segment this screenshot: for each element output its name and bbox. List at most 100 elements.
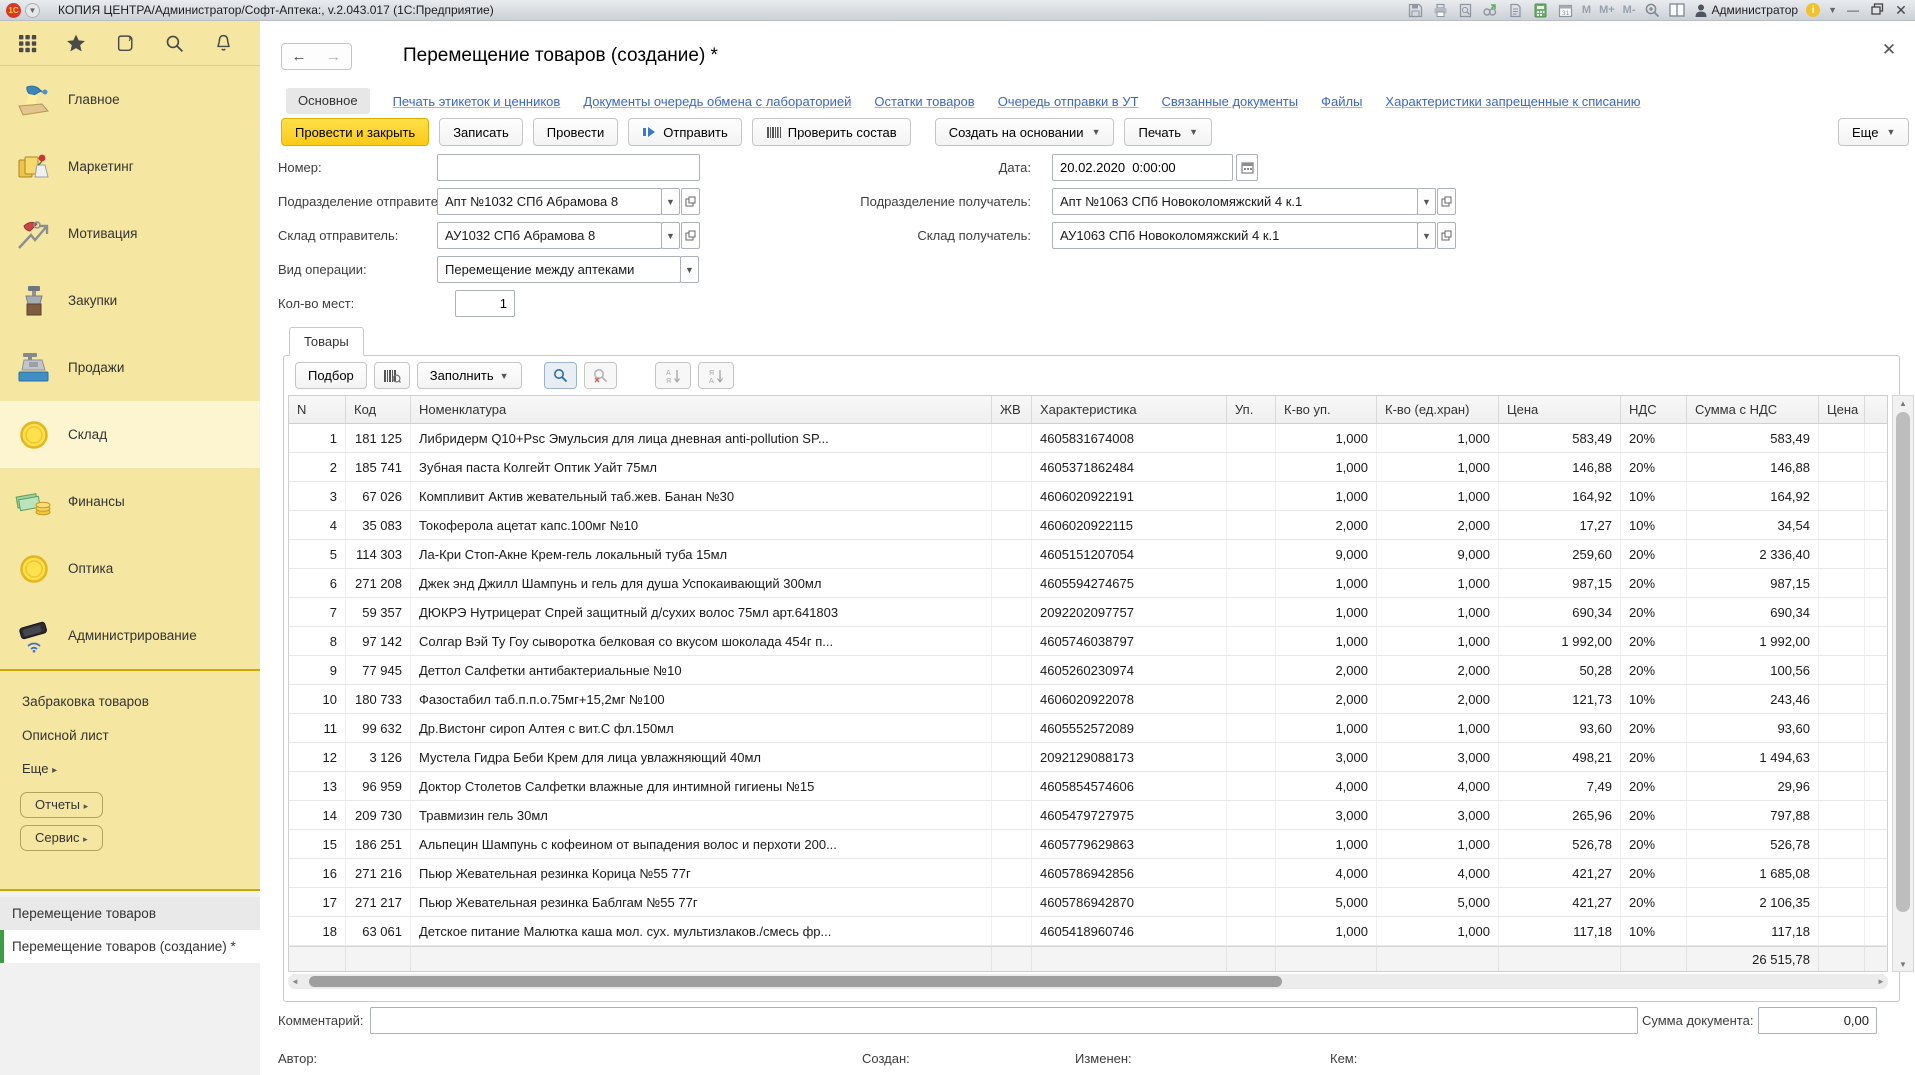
table-cell[interactable]: 1,000 <box>1377 714 1499 742</box>
table-cell[interactable]: 146,88 <box>1687 453 1819 481</box>
split-view-icon[interactable] <box>1669 2 1686 18</box>
table-cell[interactable]: 20% <box>1621 627 1687 655</box>
table-cell[interactable] <box>1819 859 1865 887</box>
table-cell[interactable]: Зубная паста Колгейт Оптик Уайт 75мл <box>411 453 992 481</box>
notifications-bell-icon[interactable] <box>212 32 234 54</box>
table-cell[interactable]: 99 632 <box>346 714 411 742</box>
table-cell[interactable]: 20% <box>1621 453 1687 481</box>
table-cell[interactable] <box>1227 598 1276 626</box>
apps-grid-icon[interactable] <box>16 32 38 54</box>
table-cell[interactable]: 1 494,63 <box>1687 743 1819 771</box>
table-cell[interactable]: 797,88 <box>1687 801 1819 829</box>
table-cell[interactable]: 526,78 <box>1499 830 1621 858</box>
tab-link-6[interactable]: Файлы <box>1321 94 1362 109</box>
column-header-9[interactable]: НДС <box>1621 396 1687 423</box>
table-cell[interactable] <box>992 453 1032 481</box>
table-cell[interactable]: 4605854574606 <box>1032 772 1227 800</box>
info-icon[interactable]: i <box>1806 3 1820 17</box>
table-cell[interactable] <box>1819 888 1865 916</box>
table-cell[interactable]: 2 336,40 <box>1687 540 1819 568</box>
table-cell[interactable] <box>1819 424 1865 452</box>
table-cell[interactable]: 526,78 <box>1687 830 1819 858</box>
table-cell[interactable]: 10% <box>1621 482 1687 510</box>
receiver-department-field[interactable]: Апт №1063 СПб Новоколомяжский 4 к.1 <box>1052 188 1418 215</box>
table-cell[interactable] <box>1819 743 1865 771</box>
table-cell[interactable]: 93,60 <box>1687 714 1819 742</box>
pechat-button[interactable]: Печать▼ <box>1124 118 1212 146</box>
vertical-scroll-thumb[interactable] <box>1896 412 1910 912</box>
number-input[interactable] <box>437 154 700 181</box>
table-cell[interactable]: 4605552572089 <box>1032 714 1227 742</box>
system-menu-icon[interactable]: ▼ <box>25 3 40 18</box>
table-cell[interactable]: Пьюр Жевательная резинка Корица №55 77г <box>411 859 992 887</box>
table-cell[interactable]: 4606020922115 <box>1032 511 1227 539</box>
operation-kind-dropdown-icon[interactable]: ▼ <box>680 256 699 283</box>
table-cell[interactable]: 63 061 <box>346 917 411 945</box>
table-cell[interactable] <box>1819 801 1865 829</box>
table-cell[interactable]: 498,21 <box>1499 743 1621 771</box>
table-cell[interactable]: Травмизин гель 30мл <box>411 801 992 829</box>
calendar-icon[interactable] <box>1236 154 1258 181</box>
proverit-sostav-button[interactable]: Проверить состав <box>752 118 911 146</box>
tab-link-5[interactable]: Связанные документы <box>1162 94 1299 109</box>
table-cell[interactable]: Пьюр Жевательная резинка Баблгам №55 77г <box>411 888 992 916</box>
table-cell[interactable] <box>992 888 1032 916</box>
table-cell[interactable]: 18 <box>289 917 346 945</box>
table-cell[interactable]: 209 730 <box>346 801 411 829</box>
open-window-item[interactable]: Перемещение товаров <box>0 897 260 930</box>
table-cell[interactable]: 9,000 <box>1276 540 1377 568</box>
table-cell[interactable]: Мустела Гидра Беби Крем для лица увлажня… <box>411 743 992 771</box>
table-cell[interactable]: 10% <box>1621 917 1687 945</box>
table-row[interactable]: 2185 741Зубная паста Колгейт Оптик Уайт … <box>289 453 1887 482</box>
table-cell[interactable]: 4605786942870 <box>1032 888 1227 916</box>
receiver-warehouse-open-icon[interactable] <box>1437 222 1456 249</box>
table-row[interactable]: 1181 125Либридерм Q10+Psc Эмульсия для л… <box>289 424 1887 453</box>
table-cell[interactable]: 180 733 <box>346 685 411 713</box>
favorites-star-icon[interactable] <box>65 32 87 54</box>
table-row[interactable]: 367 026Компливит Актив жевательный таб.ж… <box>289 482 1887 511</box>
table-cell[interactable]: Компливит Актив жевательный таб.жев. Бан… <box>411 482 992 510</box>
table-cell[interactable]: 583,49 <box>1687 424 1819 452</box>
table-cell[interactable]: 1,000 <box>1377 917 1499 945</box>
table-cell[interactable]: 4,000 <box>1377 859 1499 887</box>
table-cell[interactable] <box>1819 482 1865 510</box>
table-cell[interactable]: 17 <box>289 888 346 916</box>
table-cell[interactable]: 185 741 <box>346 453 411 481</box>
sidebar-item-sklad[interactable]: Склад <box>0 401 260 468</box>
table-cell[interactable] <box>1227 830 1276 858</box>
table-cell[interactable]: 271 216 <box>346 859 411 887</box>
table-cell[interactable] <box>1227 424 1276 452</box>
minimize-icon[interactable]: — <box>1845 3 1861 17</box>
zapisat-button[interactable]: Записать <box>439 118 523 146</box>
sidebar-command-opisnoy-list[interactable]: Описной лист <box>0 719 260 753</box>
table-cell[interactable]: 12 <box>289 743 346 771</box>
table-cell[interactable]: 59 357 <box>346 598 411 626</box>
table-cell[interactable] <box>992 830 1032 858</box>
sidebar-item-zakupki[interactable]: Закупки <box>0 267 260 334</box>
table-cell[interactable] <box>1819 772 1865 800</box>
table-cell[interactable]: 1,000 <box>1276 830 1377 858</box>
column-header-4[interactable]: Характеристика <box>1032 396 1227 423</box>
table-cell[interactable]: 1,000 <box>1377 424 1499 452</box>
table-cell[interactable]: 3,000 <box>1276 801 1377 829</box>
table-cell[interactable]: 4 <box>289 511 346 539</box>
table-cell[interactable]: 2 <box>289 453 346 481</box>
table-row[interactable]: 17271 217Пьюр Жевательная резинка Баблга… <box>289 888 1887 917</box>
table-cell[interactable] <box>1227 627 1276 655</box>
table-cell[interactable]: 20% <box>1621 801 1687 829</box>
table-cell[interactable] <box>1227 482 1276 510</box>
table-cell[interactable]: 3,000 <box>1377 743 1499 771</box>
restore-icon[interactable] <box>1869 3 1885 18</box>
tab-osnovnoe[interactable]: Основное <box>286 88 370 114</box>
table-cell[interactable]: ДЮКРЭ Нутрицерат Спрей защитный д/сухих … <box>411 598 992 626</box>
horizontal-scrollbar[interactable]: ◄ ► <box>288 974 1888 989</box>
sidebar-servis-button[interactable]: Сервис ▸ <box>20 825 103 851</box>
table-cell[interactable] <box>1819 685 1865 713</box>
sozdat-na-osnovanii-button[interactable]: Создать на основании▼ <box>935 118 1115 146</box>
table-cell[interactable]: 20% <box>1621 888 1687 916</box>
table-cell[interactable]: 9 <box>289 656 346 684</box>
memory-button-mminus[interactable]: M- <box>1623 4 1636 16</box>
table-cell[interactable]: 1 <box>289 424 346 452</box>
table-cell[interactable]: 1,000 <box>1276 569 1377 597</box>
scroll-down-icon[interactable]: ▼ <box>1899 957 1907 971</box>
